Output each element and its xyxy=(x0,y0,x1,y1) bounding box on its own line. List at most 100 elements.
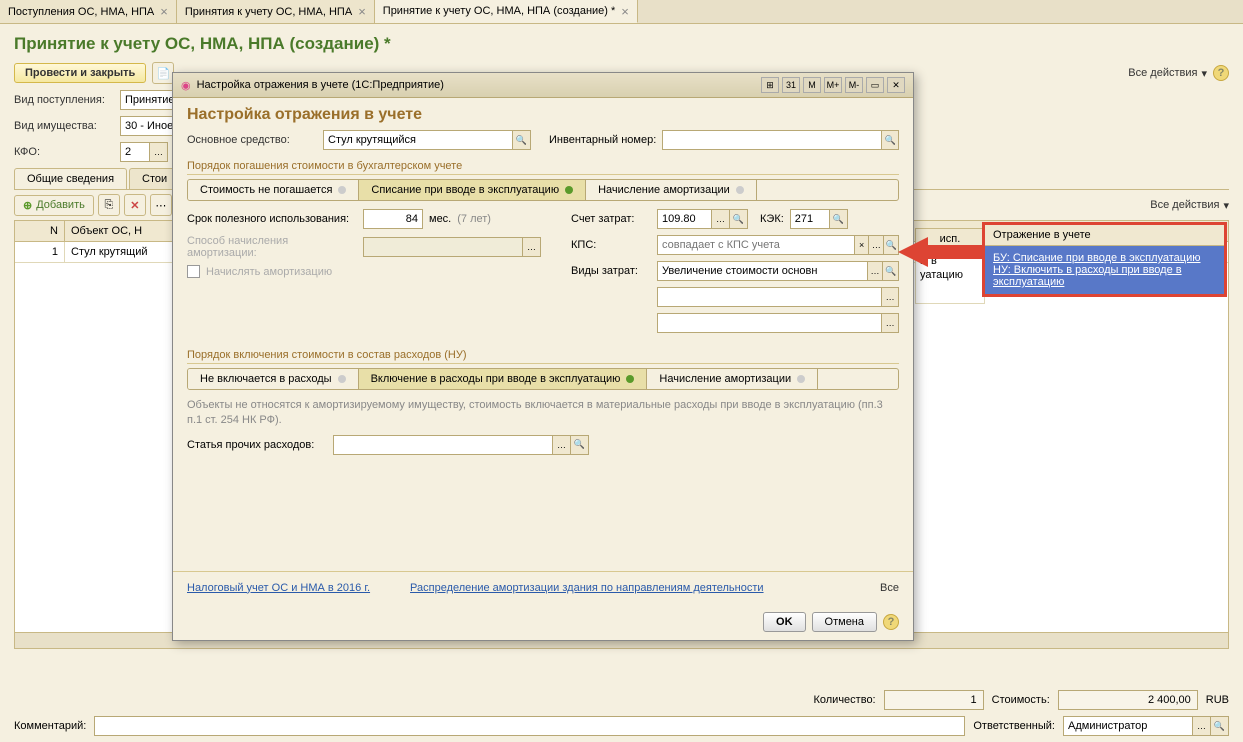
nu-opt-include[interactable]: Включение в расходы при вводе в эксплуат… xyxy=(359,369,648,389)
kps-clear[interactable]: × xyxy=(855,235,870,255)
tax-accounting-link[interactable]: Налоговый учет ОС и НМА в 2016 г. xyxy=(187,582,370,594)
save-icon[interactable]: 📄 xyxy=(152,62,174,84)
m2-icon[interactable]: M+ xyxy=(824,77,842,93)
all-actions-menu[interactable]: Все действия ▾ xyxy=(1128,67,1207,80)
close-icon[interactable]: × xyxy=(621,4,629,19)
cost-label: Стоимость: xyxy=(992,694,1050,706)
tab-acceptances[interactable]: Принятия к учету ОС, НМА, НПА× xyxy=(177,0,375,23)
kps-lookup[interactable]: … xyxy=(869,235,884,255)
callout-nu-link[interactable]: НУ: Включить в расходы при вводе в экспл… xyxy=(993,264,1182,288)
nu-note: Объекты не относятся к амортизируемому и… xyxy=(187,398,899,429)
comment-field[interactable] xyxy=(94,716,965,736)
nu-radio-group: Не включается в расходы Включение в расх… xyxy=(187,368,899,390)
cost-types-field[interactable] xyxy=(657,261,868,281)
cost-acc-lookup[interactable]: … xyxy=(712,209,730,229)
asset-field[interactable] xyxy=(323,130,513,150)
add-button[interactable]: ⊕Добавить xyxy=(14,195,94,216)
kfo-label: КФО: xyxy=(14,146,114,158)
inv-label: Инвентарный номер: xyxy=(549,134,656,146)
kfo-field[interactable] xyxy=(120,142,150,162)
receipt-type-label: Вид поступления: xyxy=(14,94,114,106)
copy-icon[interactable]: ⎘ xyxy=(98,194,120,216)
dialog-title-text: Настройка отражения в учете (1С:Предприя… xyxy=(197,79,444,91)
post-and-close-button[interactable]: Провести и закрыть xyxy=(14,63,146,83)
nu-opt-exclude[interactable]: Не включается в расходы xyxy=(188,369,359,389)
kfo-lookup[interactable]: … xyxy=(150,142,168,162)
extra2-lookup[interactable]: … xyxy=(882,313,899,333)
m3-icon[interactable]: M- xyxy=(845,77,863,93)
page-title: Принятие к учету ОС, НМА, НПА (создание)… xyxy=(0,24,1243,62)
m-icon[interactable]: M xyxy=(803,77,821,93)
calc-icon[interactable]: ⊞ xyxy=(761,77,779,93)
life-unit: мес. xyxy=(429,213,451,225)
more-icon[interactable]: ⋯ xyxy=(150,194,172,216)
all-link[interactable]: Все xyxy=(880,582,899,594)
qty-label: Количество: xyxy=(813,694,875,706)
col-n[interactable]: N xyxy=(15,221,65,241)
kps-search[interactable]: 🔍 xyxy=(884,235,899,255)
other-exp-search[interactable]: 🔍 xyxy=(571,435,589,455)
extra1-lookup[interactable]: … xyxy=(882,287,899,307)
tab-receipts[interactable]: Поступления ОС, НМА, НПА× xyxy=(0,0,177,23)
arrow-annotation xyxy=(898,232,988,272)
cost-types-search[interactable]: 🔍 xyxy=(883,261,899,281)
callout-bu-link[interactable]: БУ: Списание при вводе в эксплуатацию xyxy=(993,252,1201,264)
tab-general[interactable]: Общие сведения xyxy=(14,168,127,189)
kek-search[interactable]: 🔍 xyxy=(830,209,848,229)
bu-opt-amort[interactable]: Начисление амортизации xyxy=(586,180,757,200)
kek-field[interactable] xyxy=(790,209,830,229)
nu-opt-amort[interactable]: Начисление амортизации xyxy=(647,369,818,389)
resp-search[interactable]: 🔍 xyxy=(1211,716,1229,736)
col-object[interactable]: Объект ОС, Н xyxy=(65,221,185,241)
close-icon[interactable]: × xyxy=(160,4,168,19)
kps-label: КПС: xyxy=(571,239,651,251)
help-icon[interactable]: ? xyxy=(1213,65,1229,81)
other-exp-label: Статья прочих расходов: xyxy=(187,439,327,451)
kps-field[interactable] xyxy=(657,235,855,255)
cancel-button[interactable]: Отмена xyxy=(812,612,877,632)
app-icon: ◉ xyxy=(181,79,191,92)
amort-method-field xyxy=(363,237,523,257)
minimize-icon[interactable]: ▭ xyxy=(866,77,884,93)
kek-label: КЭК: xyxy=(760,213,784,225)
extra-field-1[interactable] xyxy=(657,287,882,307)
ok-button[interactable]: OK xyxy=(763,612,806,632)
cost-field[interactable] xyxy=(1058,690,1198,710)
cost-types-lookup[interactable]: … xyxy=(868,261,884,281)
nu-section-title: Порядок включения стоимости в состав рас… xyxy=(187,349,899,364)
life-label: Срок полезного использования: xyxy=(187,213,357,225)
life-field[interactable] xyxy=(363,209,423,229)
amort-distribution-link[interactable]: Распределение амортизации здания по напр… xyxy=(410,582,764,594)
tab-acceptance-create[interactable]: Принятие к учету ОС, НМА, НПА (создание)… xyxy=(375,0,638,23)
close-icon[interactable]: × xyxy=(358,4,366,19)
inv-field[interactable] xyxy=(662,130,882,150)
resp-lookup[interactable]: … xyxy=(1193,716,1211,736)
bu-opt-writeoff[interactable]: Списание при вводе в эксплуатацию xyxy=(359,180,586,200)
cost-acc-search[interactable]: 🔍 xyxy=(730,209,748,229)
asset-search[interactable]: 🔍 xyxy=(513,130,531,150)
amort-check-label: Начислять амортизацию xyxy=(206,266,332,278)
bu-opt-no-repay[interactable]: Стоимость не погашается xyxy=(188,180,359,200)
other-exp-field[interactable] xyxy=(333,435,553,455)
table-all-actions[interactable]: Все действия ▾ xyxy=(1150,199,1229,212)
responsible-field[interactable] xyxy=(1063,716,1193,736)
accounting-settings-dialog: ◉ Настройка отражения в учете (1С:Предпр… xyxy=(172,72,914,641)
property-type-label: Вид имущества: xyxy=(14,120,114,132)
amort-lookup: … xyxy=(523,237,541,257)
inv-search[interactable]: 🔍 xyxy=(882,130,899,150)
amort-method-label: Способ начисления амортизации: xyxy=(187,235,357,259)
amort-checkbox[interactable] xyxy=(187,265,200,278)
other-exp-lookup[interactable]: … xyxy=(553,435,571,455)
calendar-icon[interactable]: 31 xyxy=(782,77,800,93)
close-dialog-icon[interactable]: ✕ xyxy=(887,77,905,93)
extra-field-2[interactable] xyxy=(657,313,882,333)
delete-icon[interactable]: ✕ xyxy=(124,194,146,216)
cost-acc-field[interactable] xyxy=(657,209,712,229)
property-type-field[interactable] xyxy=(120,116,180,136)
qty-field[interactable] xyxy=(884,690,984,710)
dialog-help-icon[interactable]: ? xyxy=(883,614,899,630)
bu-radio-group: Стоимость не погашается Списание при вво… xyxy=(187,179,899,201)
receipt-type-field[interactable] xyxy=(120,90,180,110)
responsible-label: Ответственный: xyxy=(973,720,1055,732)
bu-section-title: Порядок погашения стоимости в бухгалтерс… xyxy=(187,160,899,175)
